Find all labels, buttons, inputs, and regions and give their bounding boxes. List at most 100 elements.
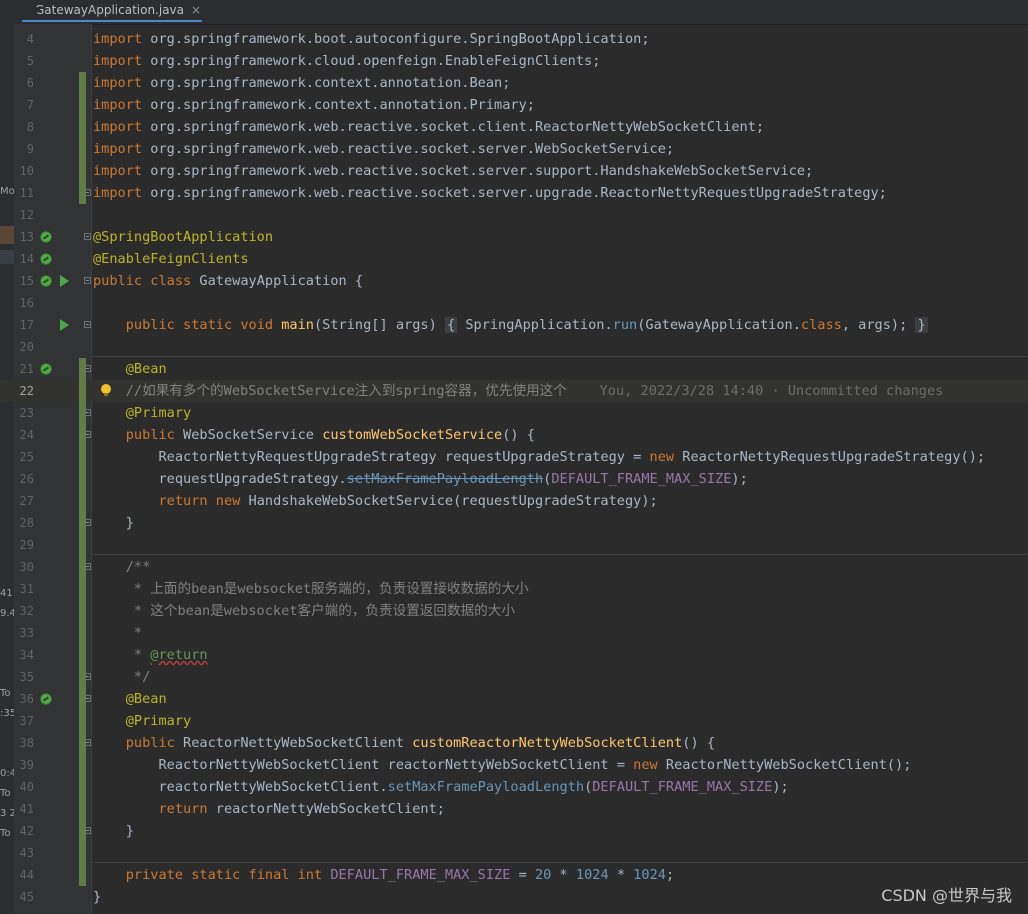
code-line[interactable]: 33 *: [0, 622, 1028, 644]
code-token: public: [125, 427, 184, 443]
code-line[interactable]: 35 */: [0, 666, 1028, 688]
line-number: 35: [19, 670, 34, 684]
code-line[interactable]: 7 import org.springframework.context.anno…: [0, 94, 1028, 116]
code-line[interactable]: 29: [0, 534, 1028, 556]
code-line[interactable]: 25 ReactorNettyRequestUpgradeStrategy re…: [0, 446, 1028, 468]
code-line[interactable]: 14 @EnableFeignClients: [0, 248, 1028, 270]
code-token: *: [133, 647, 151, 663]
line-number: 5: [26, 54, 34, 68]
code-line[interactable]: 43: [0, 842, 1028, 864]
code-line[interactable]: 9 import org.springframework.web.reactive…: [0, 138, 1028, 160]
code-line[interactable]: 44 private static final int DEFAULT_FRAM…: [0, 864, 1028, 886]
code-line[interactable]: 10 import org.springframework.web.reactiv…: [0, 160, 1028, 182]
code-line[interactable]: 42 }: [0, 820, 1028, 842]
code-line[interactable]: 30 /**: [0, 556, 1028, 578]
line-number: 9: [26, 142, 34, 156]
code-token: 20: [534, 867, 552, 883]
code-line[interactable]: 38 public ReactorNettyWebSocketClient cu…: [0, 732, 1028, 754]
tab-gateway-application[interactable]: GatewayApplication.java ×: [22, 0, 202, 22]
code-line[interactable]: 45}: [0, 886, 1028, 908]
spring-bean-icon[interactable]: [40, 231, 52, 243]
code-line[interactable]: 34 * @return: [0, 644, 1028, 666]
code-text: ReactorNettyWebSocketClient reactorNetty…: [93, 754, 911, 776]
code-line[interactable]: 26 requestUpgradeStrategy.setMaxFramePay…: [0, 468, 1028, 490]
code-line[interactable]: 40 reactorNettyWebSocketClient.setMaxFra…: [0, 776, 1028, 798]
code-line[interactable]: 16: [0, 292, 1028, 314]
code-token: import: [93, 141, 151, 157]
method-separator: [92, 356, 1028, 357]
code-line[interactable]: 12: [0, 204, 1028, 226]
code-line[interactable]: 21 @Bean: [0, 358, 1028, 380]
code-token: {: [444, 317, 458, 333]
code-text: import org.springframework.web.reactive.…: [93, 116, 764, 138]
code-token: @SpringBootApplication: [93, 229, 274, 245]
code-line[interactable]: 22 //如果有多个的WebSocketService注入到spring容器，优…: [0, 380, 1028, 402]
editor-tab-bar: GatewayApplication.java ×: [14, 0, 1028, 25]
code-line[interactable]: 23 @Primary: [0, 402, 1028, 424]
code-line[interactable]: 31 * 上面的bean是websocket服务端的，负责设置接收数据的大小: [0, 578, 1028, 600]
code-line[interactable]: 15 public class GatewayApplication {: [0, 270, 1028, 292]
code-token: org.springframework.web.reactive.socket.…: [150, 141, 675, 157]
code-line[interactable]: 37 @Primary: [0, 710, 1028, 732]
code-text: /**: [93, 556, 151, 578]
code-token: return: [158, 801, 216, 817]
code-token: run: [612, 317, 638, 333]
fold-toggle-icon[interactable]: [84, 321, 91, 328]
vcs-change-marker[interactable]: [79, 72, 86, 204]
code-token: 1024: [633, 867, 666, 883]
spring-bean-icon[interactable]: [40, 693, 52, 705]
code-line[interactable]: 4 import org.springframework.boot.autocon…: [0, 28, 1028, 50]
run-icon[interactable]: [60, 319, 69, 331]
run-icon[interactable]: [60, 275, 69, 287]
line-number: 31: [19, 582, 34, 596]
code-line[interactable]: 36 @Bean: [0, 688, 1028, 710]
line-number: 34: [19, 648, 34, 662]
code-token: new: [649, 449, 683, 465]
spring-bean-icon[interactable]: [40, 253, 52, 265]
code-line[interactable]: 8 import org.springframework.web.reactive…: [0, 116, 1028, 138]
code-token: org.springframework.boot.autoconfigure.S…: [150, 31, 650, 47]
code-line[interactable]: 28 }: [0, 512, 1028, 534]
code-line[interactable]: 41 return reactorNettyWebSocketClient;: [0, 798, 1028, 820]
code-token: DEFAULT_FRAME_MAX_SIZE: [592, 779, 773, 795]
line-number: 37: [19, 714, 34, 728]
code-line[interactable]: 32 * 这个bean是websocket客户端的，负责设置返回数据的大小: [0, 600, 1028, 622]
code-line[interactable]: 5 import org.springframework.cloud.openfe…: [0, 50, 1028, 72]
code-text: return new HandshakeWebSocketService(req…: [93, 490, 657, 512]
code-line[interactable]: 27 return new HandshakeWebSocketService(…: [0, 490, 1028, 512]
code-line[interactable]: 11 import org.springframework.web.reactiv…: [0, 182, 1028, 204]
fold-toggle-icon[interactable]: [84, 277, 91, 284]
spring-bean-icon[interactable]: [40, 363, 52, 375]
close-icon[interactable]: ×: [191, 3, 201, 17]
line-number: 45: [19, 890, 34, 904]
code-line[interactable]: 20: [0, 336, 1028, 358]
line-number: 42: [19, 824, 34, 838]
code-text: }: [93, 512, 134, 534]
code-line[interactable]: 13 @SpringBootApplication: [0, 226, 1028, 248]
code-token: //如果有多个的WebSocketService注入到spring容器，优先使用…: [125, 383, 567, 399]
spring-bean-icon[interactable]: [40, 275, 52, 287]
code-text: * 这个bean是websocket客户端的，负责设置返回数据的大小: [93, 600, 515, 622]
fold-toggle-icon[interactable]: [84, 233, 91, 240]
code-token: org.springframework.web.reactive.socket.…: [150, 163, 814, 179]
line-number: 23: [19, 406, 34, 420]
line-number: 7: [26, 98, 34, 112]
code-line[interactable]: 24 public WebSocketService customWebSock…: [0, 424, 1028, 446]
code-text: import org.springframework.context.annot…: [93, 72, 510, 94]
line-number: 29: [19, 538, 34, 552]
vcs-change-marker[interactable]: [79, 358, 86, 886]
method-separator: [92, 862, 1028, 863]
code-line[interactable]: 39 ReactorNettyWebSocketClient reactorNe…: [0, 754, 1028, 776]
code-token: customWebSocketService: [322, 427, 503, 443]
code-line[interactable]: 17 public static void main(String[] args…: [0, 314, 1028, 336]
code-token: public class: [93, 273, 200, 289]
line-number: 6: [26, 76, 34, 90]
code-text: public static void main(String[] args) {…: [93, 314, 928, 336]
code-token: }: [93, 515, 134, 531]
code-line[interactable]: 6 import org.springframework.context.anno…: [0, 72, 1028, 94]
